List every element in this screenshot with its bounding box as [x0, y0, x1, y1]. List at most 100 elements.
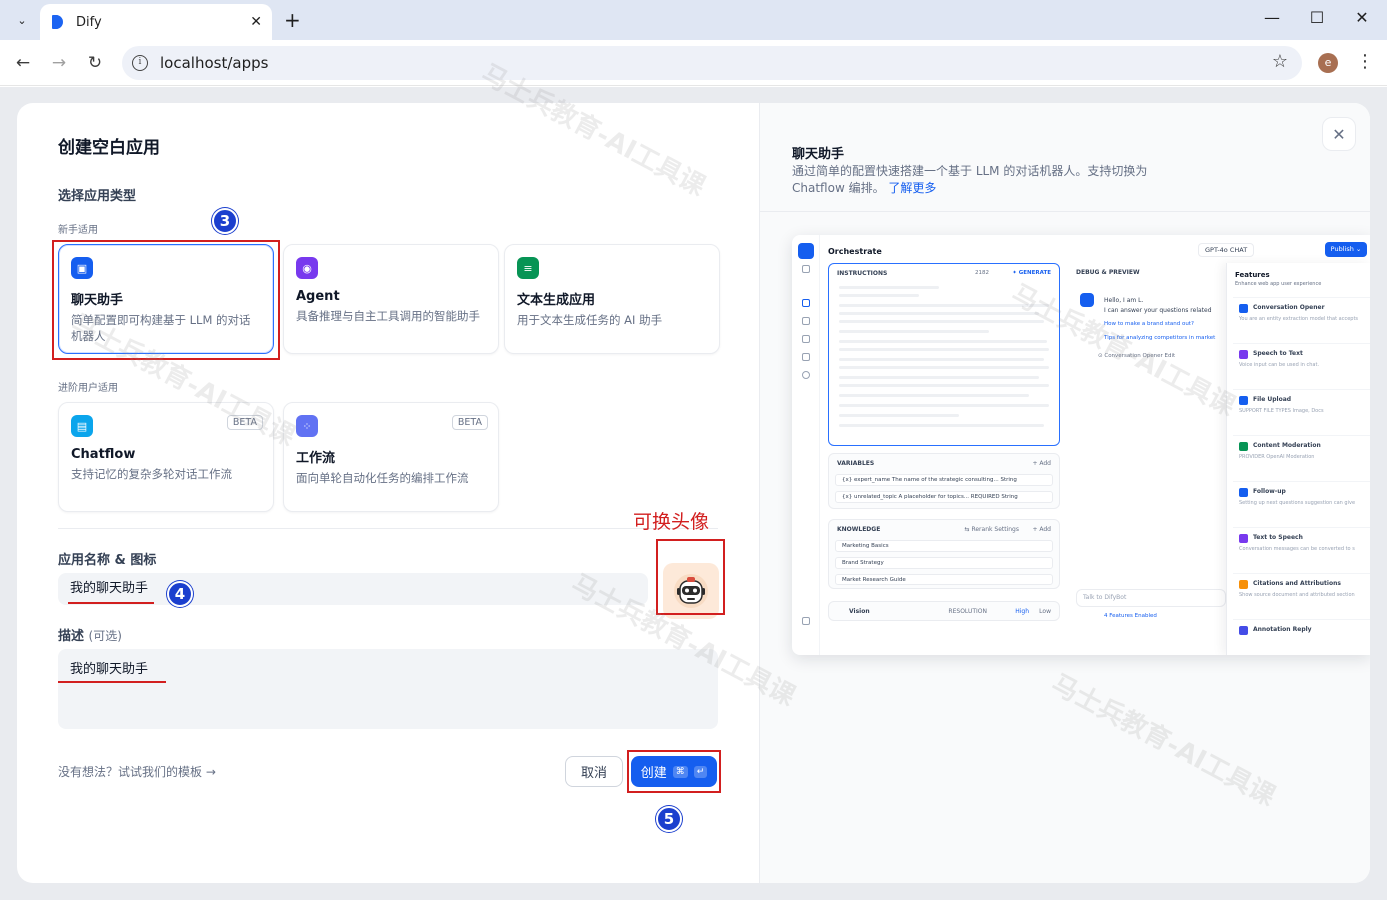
plus-icon[interactable]: + — [284, 8, 301, 32]
description-textarea[interactable]: 我的聊天助手 — [58, 649, 718, 729]
moderation-icon — [1239, 442, 1248, 451]
feature-desc: Show source document and attributed sect… — [1239, 592, 1355, 598]
knowledge-label: KNOWLEDGE — [837, 526, 881, 533]
bot-avatar-icon — [1080, 293, 1094, 307]
card-desc: 支持记忆的复杂多轮对话工作流 — [71, 467, 232, 481]
window-close-icon[interactable]: ✕ — [1350, 8, 1374, 27]
preview-title: 聊天助手 — [792, 147, 845, 162]
card-name: 工作流 — [296, 451, 336, 466]
microphone-icon — [1239, 350, 1248, 359]
back-arrow-icon[interactable]: ← — [10, 50, 36, 76]
card-desc: 用于文本生成任务的 AI 助手 — [517, 313, 663, 327]
instructions-count: 2182 — [975, 270, 989, 276]
instructions-editor: INSTRUCTIONS 2182 ✦ GENERATE — [828, 263, 1060, 446]
optional-hint: (可选) — [88, 629, 122, 643]
knowledge-row: Brand Strategy — [835, 557, 1053, 569]
follow-up-icon — [1239, 488, 1248, 497]
description-label: 描述 (可选) — [58, 625, 122, 644]
knowledge-block: KNOWLEDGE ⇆ Rerank Settings + Add Market… — [828, 519, 1060, 589]
learn-more-link[interactable]: 了解更多 — [888, 181, 936, 195]
annotation-underline-name — [68, 602, 154, 604]
feature-name: Speech to Text — [1253, 350, 1303, 357]
add-knowledge: + Add — [1032, 526, 1051, 533]
suggested-question: Tips for analyzing competitors in market — [1104, 335, 1216, 341]
feature-item: File Upload SUPPORT FILE TYPES Image, Do… — [1233, 389, 1370, 429]
file-upload-icon — [1239, 396, 1248, 405]
feature-desc: Conversation messages can be converted t… — [1239, 546, 1355, 552]
divider — [58, 528, 718, 529]
speaker-icon — [1239, 534, 1248, 543]
tab-title: Dify — [76, 14, 102, 30]
maximize-icon[interactable]: ☐ — [1305, 8, 1329, 27]
resolution-high: High — [1015, 608, 1029, 615]
model-selector: GPT-4o CHAT — [1198, 243, 1255, 257]
annotation-box-avatar — [656, 539, 725, 615]
feature-item: Speech to Text Voice input can be used i… — [1233, 343, 1370, 383]
close-tab-icon[interactable]: ✕ — [250, 14, 262, 30]
annotation-box-chat-card — [52, 240, 280, 360]
vision-block: Vision RESOLUTION High Low — [828, 601, 1060, 621]
annotation-underline-desc — [58, 681, 166, 683]
feature-name: Citations and Attributions — [1253, 580, 1341, 587]
profile-avatar[interactable]: e — [1318, 53, 1338, 73]
group-label-beginner: 新手适用 — [58, 225, 98, 236]
workflow-icon: ⁘ — [296, 415, 318, 437]
address-bar[interactable]: i localhost/apps ☆ — [122, 46, 1302, 80]
rerank-settings: ⇆ Rerank Settings — [964, 526, 1019, 533]
features-title: Features — [1235, 271, 1270, 279]
beta-badge: BETA — [226, 415, 263, 430]
more-menu-icon[interactable]: ⋮ — [1356, 51, 1374, 72]
minimize-icon[interactable]: — — [1260, 8, 1284, 27]
browser-tab[interactable]: Dify ✕ — [40, 4, 272, 40]
nav-icon — [802, 299, 810, 307]
nav-icon — [802, 371, 810, 379]
browser-tabbar: ⌄ Dify ✕ + — ☐ ✕ — [0, 0, 1387, 40]
chatflow-icon: ▤ — [71, 415, 93, 437]
divider — [760, 211, 1370, 212]
app-type-card-chatflow[interactable]: ▤ BETA Chatflow 支持记忆的复杂多轮对话工作流 — [58, 402, 274, 512]
preview-desc-text: 通过简单的配置快速搭建一个基于 LLM 的对话机器人。支持切换为 Chatflo… — [792, 164, 1148, 195]
forward-arrow-icon[interactable]: → — [46, 50, 72, 76]
feature-desc: SUPPORT FILE TYPES Image, Docs — [1239, 408, 1324, 414]
feature-desc: Setting up next questions suggestion can… — [1239, 500, 1356, 506]
chat-input: Talk to DifyBot — [1076, 589, 1226, 607]
orchestrate-title: Orchestrate — [828, 247, 882, 256]
knowledge-row: Market Research Guide — [835, 574, 1053, 585]
vision-label: Vision — [849, 608, 870, 615]
chat-message: Hello, I am L. — [1104, 297, 1144, 304]
feature-desc: PROVIDER OpenAI Moderation — [1239, 454, 1315, 460]
nav-icon — [802, 335, 810, 343]
features-enabled-label: 4 Features Enabled — [1104, 613, 1157, 619]
reload-icon[interactable]: ↻ — [82, 50, 108, 76]
feature-name: Text to Speech — [1253, 534, 1303, 541]
app-type-card-text-generation[interactable]: ≡ 文本生成应用 用于文本生成任务的 AI 助手 — [504, 244, 720, 354]
app-type-card-workflow[interactable]: ⁘ BETA 工作流 面向单轮自动化任务的编排工作流 — [283, 402, 499, 512]
conversation-opener-icon — [1239, 304, 1248, 313]
site-info-icon[interactable]: i — [132, 55, 148, 71]
feature-desc: You are an entity extraction model that … — [1239, 316, 1359, 322]
app-type-card-agent[interactable]: ◉ Agent 具备推理与自主工具调用的智能助手 — [283, 244, 499, 354]
feature-item: Citations and Attributions Show source d… — [1233, 573, 1370, 613]
resolution-low: Low — [1039, 608, 1051, 615]
browser-toolbar: ← → ↻ i localhost/apps ☆ e ⋮ — [0, 40, 1387, 86]
citation-icon — [1239, 580, 1248, 589]
close-icon[interactable]: ✕ — [1322, 117, 1356, 151]
preview-description: 通过简单的配置快速搭建一个基于 LLM 的对话机器人。支持切换为 Chatflo… — [792, 163, 1172, 197]
url-text: localhost/apps — [160, 54, 269, 72]
template-link[interactable]: 没有想法？试试我们的模板 → — [58, 763, 216, 780]
nav-icon — [802, 317, 810, 325]
cancel-button[interactable]: 取消 — [565, 756, 623, 787]
preview-panel: ✕ 聊天助手 通过简单的配置快速搭建一个基于 LLM 的对话机器人。支持切换为 … — [759, 103, 1370, 883]
description-label-text: 描述 — [58, 629, 85, 644]
chevron-down-icon[interactable]: ⌄ — [10, 8, 34, 32]
step-badge-3: 3 — [212, 208, 238, 234]
variable-row: {x} unrelated_topic A placeholder for to… — [835, 491, 1053, 503]
agent-icon: ◉ — [296, 257, 318, 279]
bookmark-star-icon[interactable]: ☆ — [1272, 51, 1288, 72]
card-desc: 具备推理与自主工具调用的智能助手 — [296, 309, 480, 323]
card-name: Agent — [296, 289, 340, 304]
card-desc: 面向单轮自动化任务的编排工作流 — [296, 471, 469, 485]
publish-button: Publish ⌄ — [1325, 242, 1367, 257]
app-name-input[interactable]: 我的聊天助手 — [58, 573, 648, 605]
feature-item: Text to Speech Conversation messages can… — [1233, 527, 1370, 567]
